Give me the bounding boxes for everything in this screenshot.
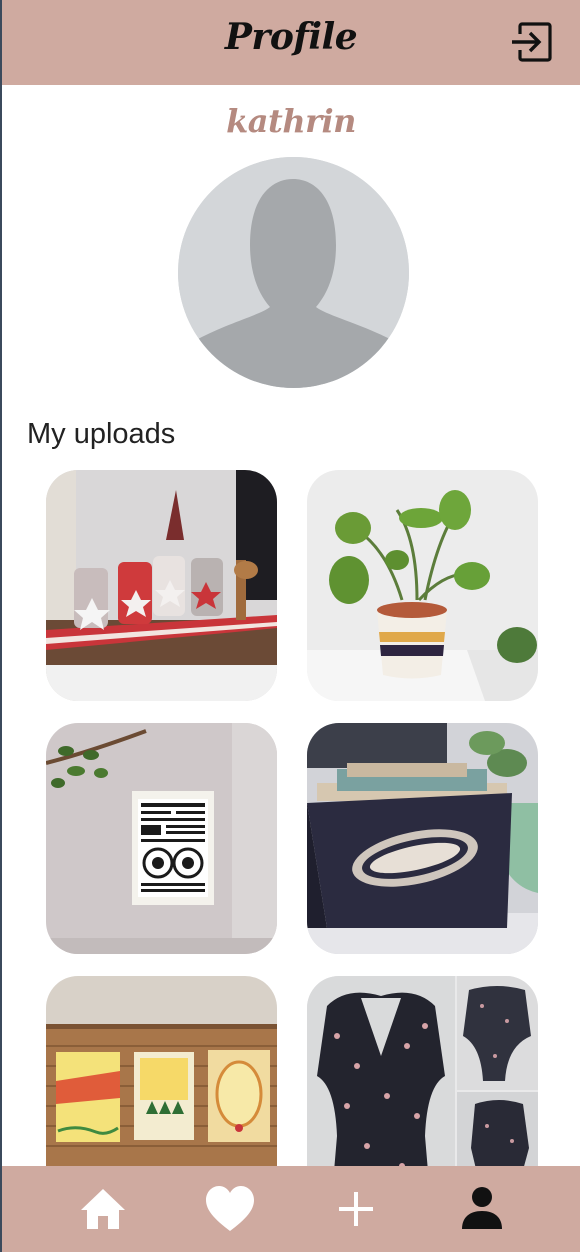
uploads-grid xyxy=(2,470,580,1166)
upload-thumbnail[interactable] xyxy=(46,976,277,1166)
profile-username: kathrin xyxy=(226,102,356,140)
upload-thumbnail[interactable] xyxy=(307,976,538,1166)
page-title: Profile xyxy=(224,16,358,58)
person-icon xyxy=(462,1187,502,1229)
upload-thumbnail[interactable] xyxy=(307,470,538,701)
upload-image xyxy=(46,976,277,1166)
uploads-section-title: My uploads xyxy=(27,418,176,450)
profile-avatar xyxy=(178,157,409,388)
profile-screen: Profile kathrin My uploads xyxy=(0,0,580,1252)
upload-thumbnail[interactable] xyxy=(46,470,277,701)
heart-icon xyxy=(206,1186,254,1231)
upload-image xyxy=(46,470,277,701)
nav-favorites[interactable] xyxy=(204,1183,256,1235)
header-bar: Profile xyxy=(2,0,580,85)
upload-image xyxy=(307,976,538,1166)
bottom-navigation xyxy=(2,1166,580,1252)
nav-add-upload[interactable] xyxy=(330,1183,382,1235)
upload-thumbnail[interactable] xyxy=(307,723,538,954)
upload-image xyxy=(46,723,277,954)
upload-image xyxy=(307,723,538,954)
nav-profile[interactable] xyxy=(456,1183,508,1235)
plus-icon xyxy=(339,1192,373,1226)
default-avatar-icon xyxy=(178,157,409,388)
nav-home[interactable] xyxy=(77,1183,129,1235)
home-icon xyxy=(81,1189,125,1229)
upload-thumbnail[interactable] xyxy=(46,723,277,954)
upload-image xyxy=(307,470,538,701)
logout-button[interactable] xyxy=(510,20,554,64)
logout-icon xyxy=(512,22,552,62)
